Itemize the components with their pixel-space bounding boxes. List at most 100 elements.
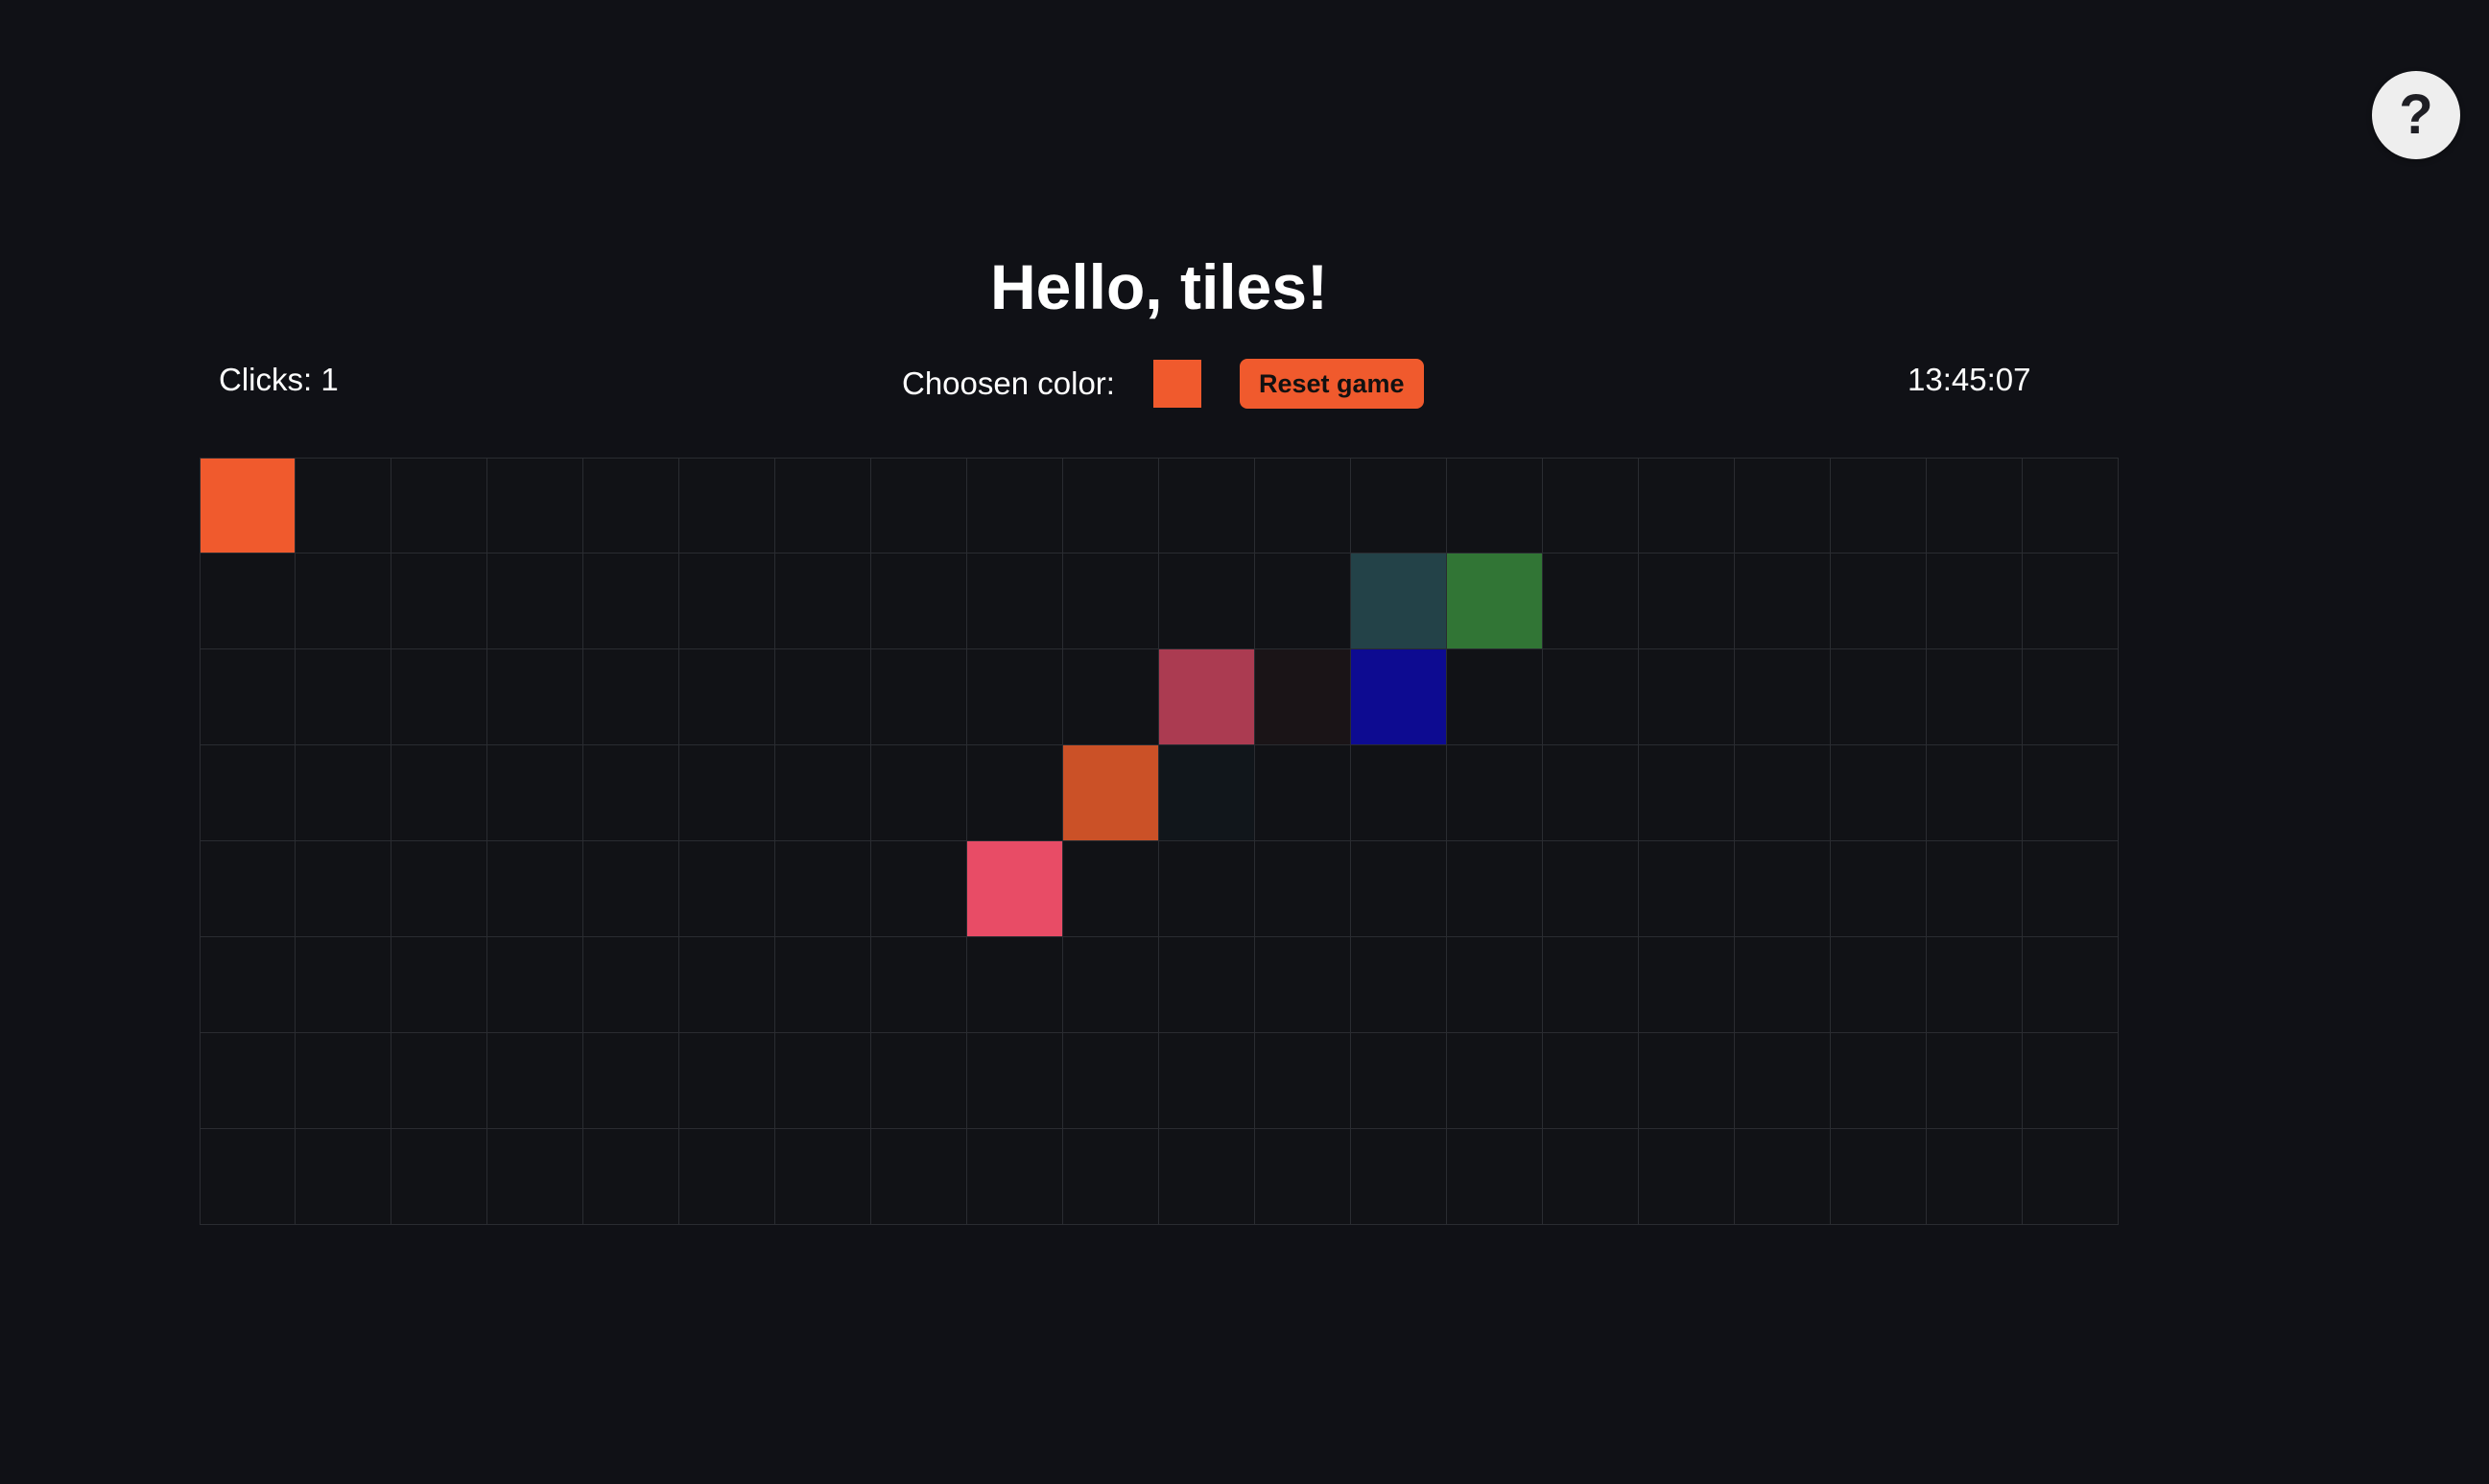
- tile[interactable]: [1735, 841, 1831, 937]
- tile[interactable]: [296, 458, 391, 554]
- tile[interactable]: [487, 1129, 583, 1225]
- tile[interactable]: [1255, 649, 1351, 745]
- tile[interactable]: [1735, 1033, 1831, 1129]
- tile[interactable]: [391, 649, 487, 745]
- tile[interactable]: [487, 554, 583, 649]
- tile[interactable]: [1831, 458, 1927, 554]
- tile[interactable]: [1159, 1033, 1255, 1129]
- tile[interactable]: [583, 1033, 679, 1129]
- tile[interactable]: [296, 554, 391, 649]
- tile[interactable]: [1735, 458, 1831, 554]
- tile[interactable]: [1831, 745, 1927, 841]
- tile[interactable]: [487, 841, 583, 937]
- tile[interactable]: [967, 458, 1063, 554]
- tile[interactable]: [200, 1129, 296, 1225]
- tile[interactable]: [200, 841, 296, 937]
- tile[interactable]: [1735, 1129, 1831, 1225]
- tile[interactable]: [391, 745, 487, 841]
- tile[interactable]: [1351, 745, 1447, 841]
- tile[interactable]: [1543, 458, 1639, 554]
- tile[interactable]: [391, 937, 487, 1033]
- tile[interactable]: [1447, 841, 1543, 937]
- tile[interactable]: [583, 841, 679, 937]
- tile[interactable]: [1639, 1033, 1735, 1129]
- tile[interactable]: [1735, 649, 1831, 745]
- tile[interactable]: [391, 458, 487, 554]
- tile[interactable]: [1159, 937, 1255, 1033]
- tile[interactable]: [1255, 937, 1351, 1033]
- tile[interactable]: [1063, 745, 1159, 841]
- tile[interactable]: [967, 745, 1063, 841]
- tile[interactable]: [679, 1129, 775, 1225]
- tile[interactable]: [1063, 1033, 1159, 1129]
- tile[interactable]: [296, 745, 391, 841]
- tile[interactable]: [1543, 554, 1639, 649]
- tile[interactable]: [1063, 554, 1159, 649]
- tile[interactable]: [2023, 1129, 2119, 1225]
- tile[interactable]: [583, 458, 679, 554]
- tile[interactable]: [1927, 1129, 2023, 1225]
- tile[interactable]: [1639, 649, 1735, 745]
- tile[interactable]: [583, 1129, 679, 1225]
- tile[interactable]: [775, 554, 871, 649]
- tile[interactable]: [583, 554, 679, 649]
- tile[interactable]: [1063, 841, 1159, 937]
- tile[interactable]: [1927, 458, 2023, 554]
- tile[interactable]: [1351, 937, 1447, 1033]
- tile[interactable]: [679, 841, 775, 937]
- tile[interactable]: [200, 937, 296, 1033]
- tile[interactable]: [1255, 841, 1351, 937]
- tile[interactable]: [200, 554, 296, 649]
- help-button[interactable]: ?: [2372, 71, 2460, 159]
- tile[interactable]: [967, 1129, 1063, 1225]
- tile[interactable]: [1063, 1129, 1159, 1225]
- tile[interactable]: [487, 1033, 583, 1129]
- tile[interactable]: [2023, 745, 2119, 841]
- tile[interactable]: [1255, 458, 1351, 554]
- tile[interactable]: [2023, 649, 2119, 745]
- tile[interactable]: [1159, 841, 1255, 937]
- tile[interactable]: [1639, 937, 1735, 1033]
- tile[interactable]: [1351, 554, 1447, 649]
- tile[interactable]: [296, 1033, 391, 1129]
- tile[interactable]: [1255, 1129, 1351, 1225]
- tile[interactable]: [1735, 554, 1831, 649]
- tile[interactable]: [1639, 458, 1735, 554]
- tile[interactable]: [487, 745, 583, 841]
- tile[interactable]: [2023, 937, 2119, 1033]
- tile[interactable]: [1159, 745, 1255, 841]
- chosen-color-swatch[interactable]: [1152, 360, 1201, 408]
- tile[interactable]: [1639, 841, 1735, 937]
- tile[interactable]: [1735, 937, 1831, 1033]
- tile[interactable]: [1927, 841, 2023, 937]
- tile[interactable]: [1831, 841, 1927, 937]
- tile[interactable]: [1063, 649, 1159, 745]
- tile[interactable]: [775, 458, 871, 554]
- tile[interactable]: [1159, 649, 1255, 745]
- tile[interactable]: [1447, 745, 1543, 841]
- tile[interactable]: [1927, 649, 2023, 745]
- tile[interactable]: [200, 745, 296, 841]
- tile[interactable]: [775, 1129, 871, 1225]
- tile[interactable]: [296, 1129, 391, 1225]
- tile[interactable]: [1447, 458, 1543, 554]
- tile[interactable]: [296, 649, 391, 745]
- tile[interactable]: [967, 937, 1063, 1033]
- tile[interactable]: [1063, 937, 1159, 1033]
- tile[interactable]: [296, 841, 391, 937]
- tile[interactable]: [1543, 937, 1639, 1033]
- tile[interactable]: [1255, 745, 1351, 841]
- tile[interactable]: [1543, 1129, 1639, 1225]
- tile[interactable]: [1735, 745, 1831, 841]
- tile[interactable]: [1927, 745, 2023, 841]
- tile[interactable]: [967, 1033, 1063, 1129]
- tile[interactable]: [871, 745, 967, 841]
- tile[interactable]: [1063, 458, 1159, 554]
- tile[interactable]: [679, 554, 775, 649]
- tile[interactable]: [1831, 554, 1927, 649]
- tile[interactable]: [679, 649, 775, 745]
- tile[interactable]: [871, 649, 967, 745]
- tile[interactable]: [391, 554, 487, 649]
- tile[interactable]: [1831, 649, 1927, 745]
- tile[interactable]: [1447, 1129, 1543, 1225]
